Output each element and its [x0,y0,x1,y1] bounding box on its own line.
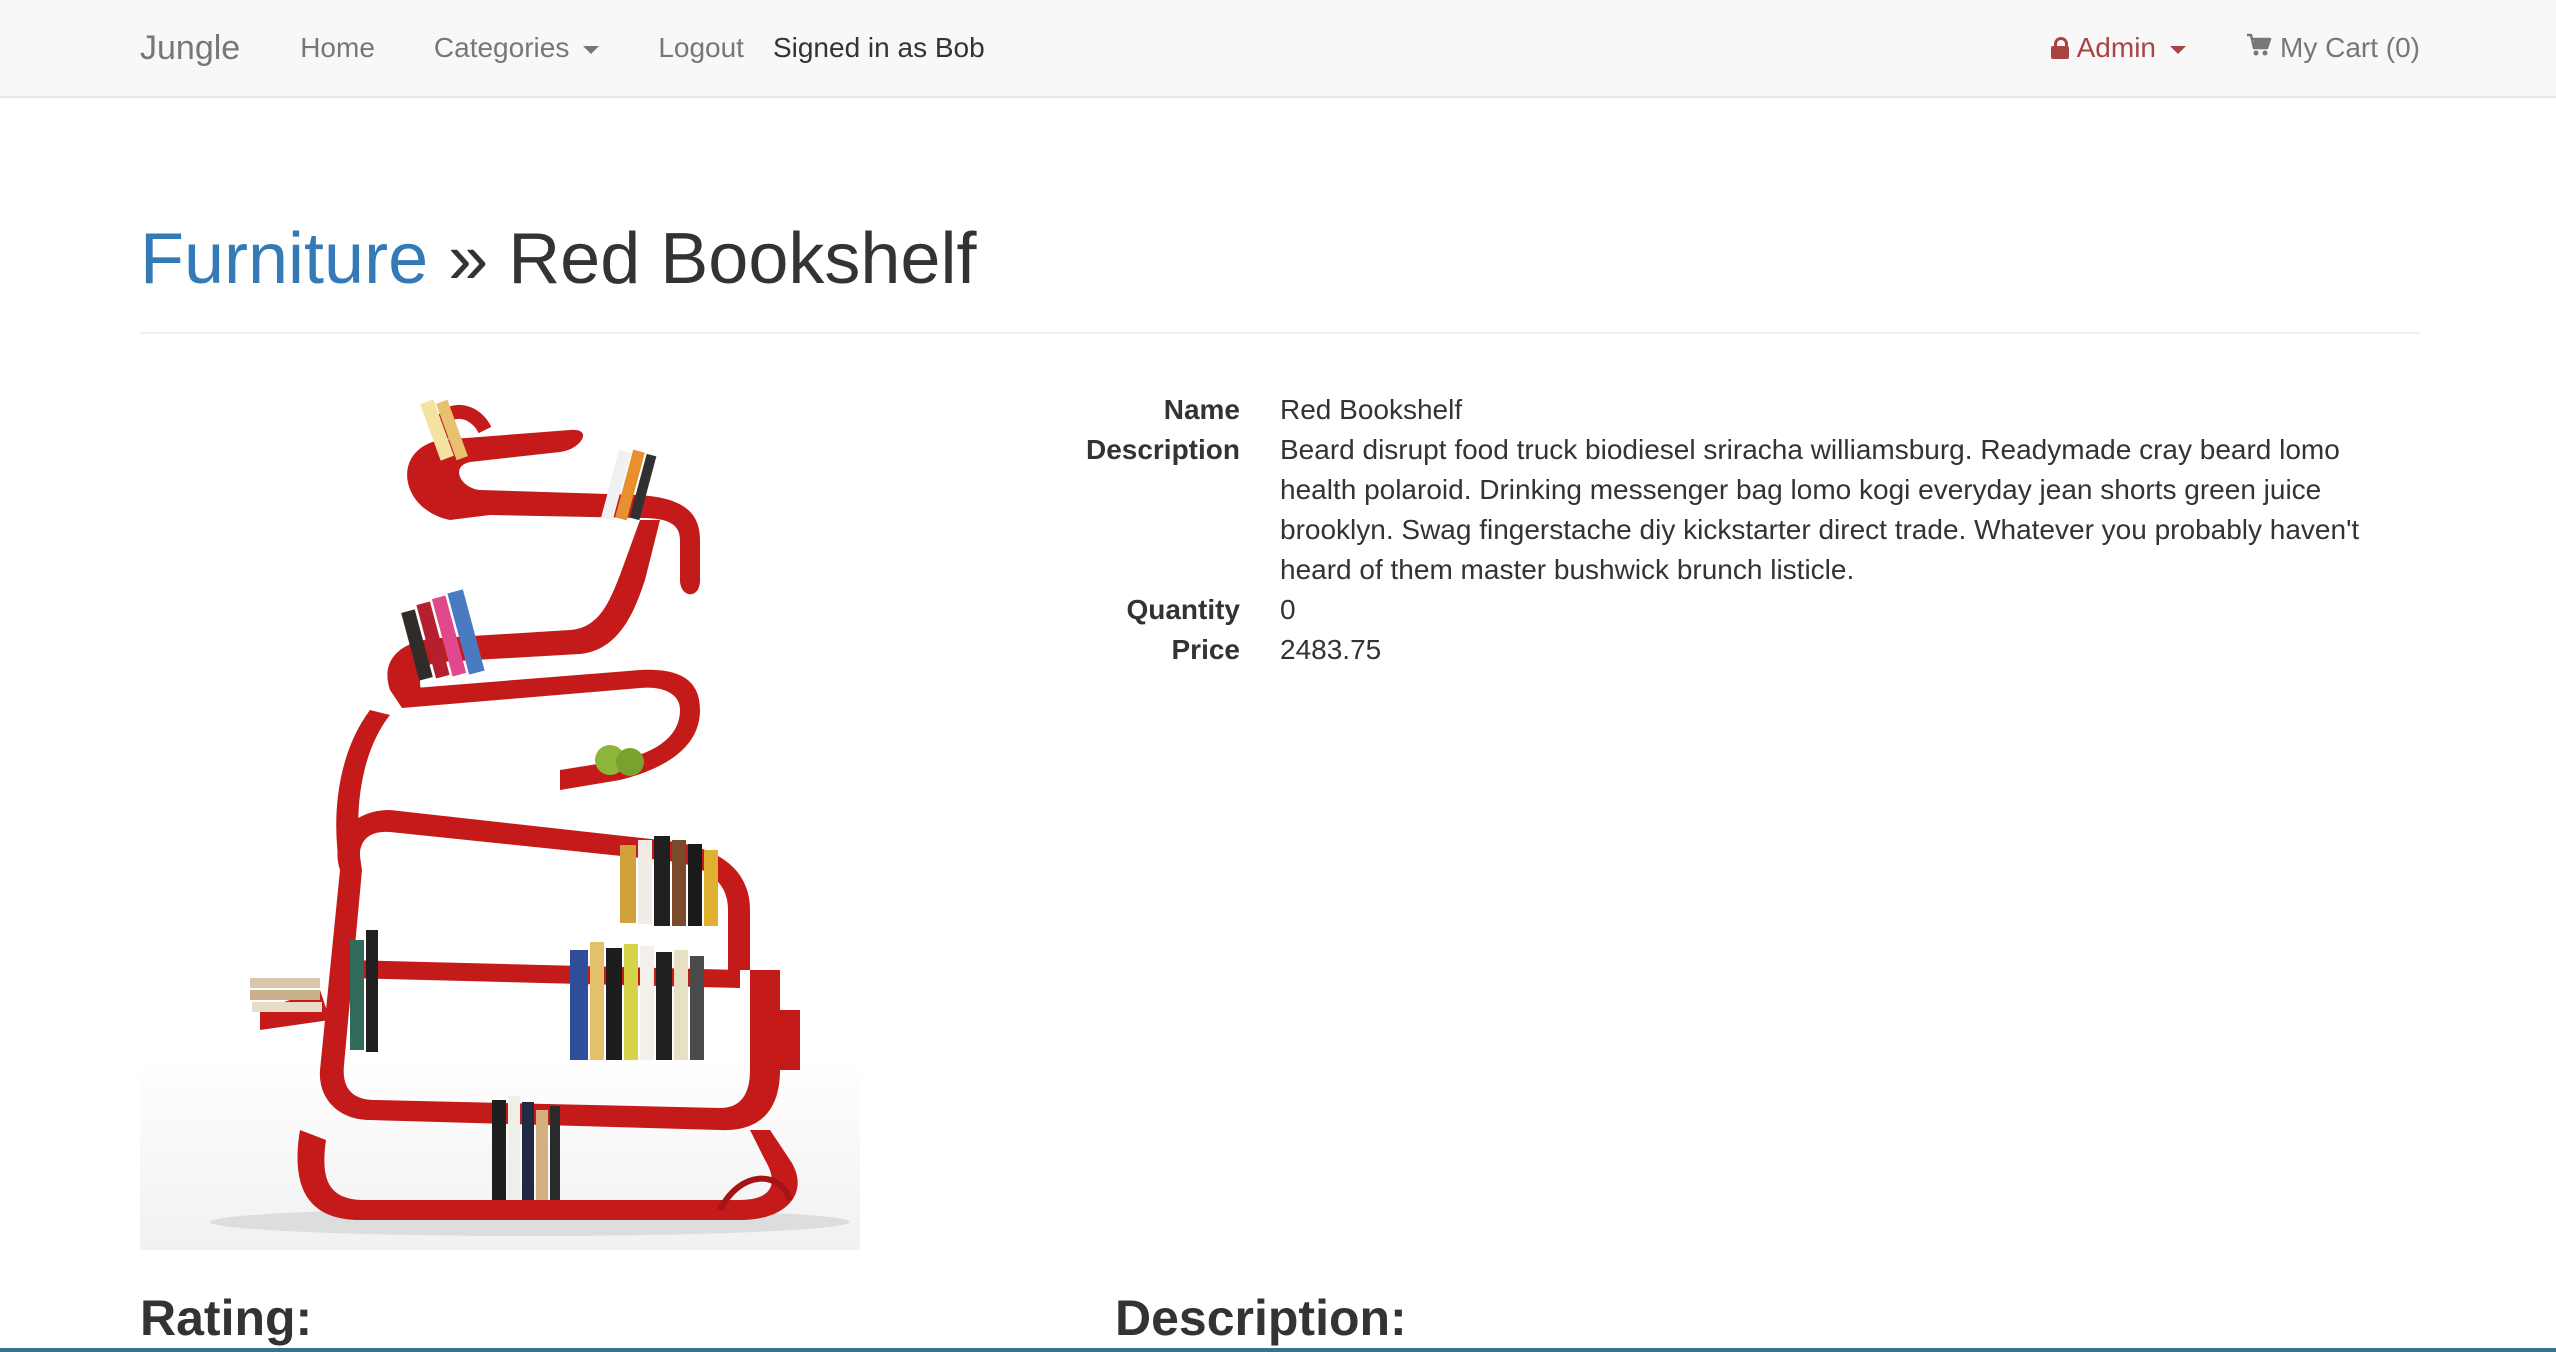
detail-value: 0 [1280,594,1296,625]
nav-home-link[interactable]: Home [300,32,375,64]
nav-categories-dropdown[interactable]: Categories [433,32,600,64]
navbar-inner: Jungle Home Categories Logout Signed in … [140,0,2420,96]
product-image [140,370,860,1250]
lock-icon [2050,37,2069,59]
detail-row-name: Name Red Bookshelf [1060,390,2400,430]
page-header: Furniture » Red Bookshelf [140,214,2420,334]
detail-label: Price [1171,634,1241,665]
rating-heading: Rating: [140,1290,313,1346]
breadcrumb-separator: » [448,219,489,299]
nav-categories-label: Categories [433,32,570,63]
page-title: Furniture » Red Bookshelf [140,214,2420,304]
nav-logout-link[interactable]: Logout [658,32,744,64]
navbar: Jungle Home Categories Logout Signed in … [0,0,2556,98]
caret-down-icon [2170,45,2186,54]
admin-dropdown[interactable]: Admin [2050,32,2186,64]
detail-value: Red Bookshelf [1280,394,1463,425]
navbar-right: Admin My Cart (0) [2050,32,2420,64]
product-details: Name Red Bookshelf Description Beard dis… [1060,390,2400,670]
red-bookshelf-image [210,399,850,1236]
detail-value: 2483.75 [1280,634,1382,665]
detail-label: Name [1163,394,1240,425]
my-cart-link[interactable]: My Cart (0) [2246,32,2420,64]
detail-value: Beard disrupt food truck biodiesel srira… [1280,434,2360,585]
admin-label: Admin [2076,32,2156,63]
brand-link[interactable]: Jungle [140,29,240,68]
cart-label: My Cart (0) [2280,32,2420,63]
detail-row-price: Price 2483.75 [1060,630,2400,670]
detail-label: Description [1085,434,1240,465]
product-title: Red Bookshelf [508,219,977,299]
detail-row-description: Description Beard disrupt food truck bio… [1060,430,2400,590]
detail-row-quantity: Quantity 0 [1060,590,2400,630]
signed-in-text: Signed in as Bob [772,32,985,63]
category-breadcrumb-link[interactable]: Furniture [140,219,428,299]
description-heading: Description: [1115,1290,1407,1346]
window-bottom-edge [0,1348,2556,1352]
detail-label: Quantity [1126,594,1240,625]
cart-icon [2246,32,2272,64]
caret-down-icon [583,45,600,54]
